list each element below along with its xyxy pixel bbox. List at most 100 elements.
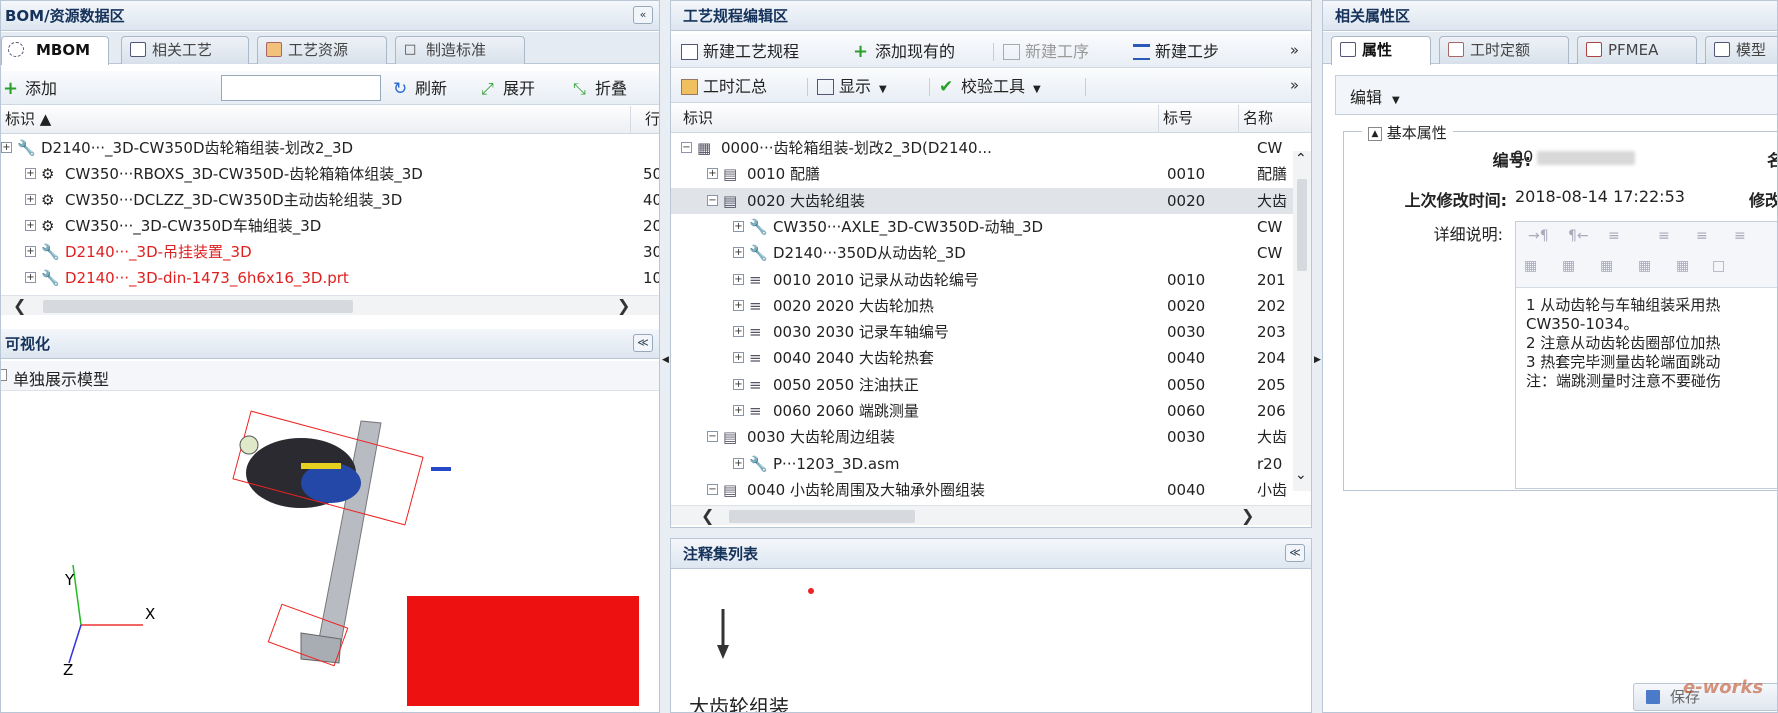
scroll-left-icon[interactable]: ❮ [701,506,714,526]
collapse-section-icon[interactable]: ▲ [1368,126,1382,141]
process-tree-row[interactable]: − ▤ 0030 大齿轮周边组装 0030 大齿 [671,424,1295,450]
expand-toggle-icon[interactable]: + [25,168,36,179]
tab-pfmea[interactable]: PFMEA [1577,36,1697,64]
refresh-button[interactable]: ↻ 刷新 [391,78,447,100]
time-summary-button[interactable]: 工时汇总 [679,76,767,98]
expand-toggle-icon[interactable]: + [733,378,744,390]
process-tree-row[interactable]: − ▤ 0040 小齿轮周围及大轴承外圈组装 0040 小齿 [671,477,1295,503]
expand-toggle-icon[interactable]: + [25,194,36,205]
more-icon[interactable]: » [1290,76,1299,94]
collapse-button[interactable]: ⤡ 折叠 [571,78,627,100]
table-split-icon[interactable]: ▦ [1676,258,1689,274]
expand-toggle-icon[interactable]: + [25,246,36,257]
tab-time-quota[interactable]: 工时定额 [1439,36,1569,64]
middle-hscroll[interactable]: ❮ ❯ [671,505,1311,526]
expand-toggle-icon[interactable]: + [733,352,744,364]
display-dropdown[interactable]: 显示 ▼ [815,76,887,98]
section-toggle[interactable]: ▲ 基本属性 [1362,122,1453,143]
expand-toggle-icon[interactable]: + [733,299,744,311]
process-tree-row[interactable]: + 🔧 P···1203_3D.asm r20 [671,451,1295,477]
scroll-right-icon[interactable]: ❯ [617,296,630,316]
scroll-up-icon[interactable]: ⌃ [1295,151,1307,167]
process-tree-row[interactable]: + ▤ 0010 配膳 0010 配膳 [671,161,1295,187]
process-tree-row[interactable]: − ▤ 0020 大齿轮组装 0020 大齿 [671,187,1295,214]
check-tool-dropdown[interactable]: ✔ 校验工具 ▼ [937,76,1041,98]
process-tree-row[interactable]: + 🔧 CW350···AXLE_3D-CW350D-动轴_3D CW [671,214,1295,240]
col-name[interactable]: 名称 [1239,105,1311,133]
rtl-icon[interactable]: ¶← [1568,228,1589,244]
tab-model[interactable]: 模型 [1705,36,1777,64]
add-existing-button[interactable]: + 添加现有的 [851,41,955,63]
expand-toggle-icon[interactable]: − [707,194,718,206]
process-tree-row[interactable]: + ≡ 0040 2040 大齿轮热套 0040 204 [671,345,1295,371]
expand-toggle-icon[interactable]: + [733,457,744,469]
table-insert-icon[interactable]: ▦ [1524,258,1537,274]
scroll-thumb[interactable] [1297,179,1307,271]
expand-toggle-icon[interactable]: + [1,142,12,153]
process-tree-row[interactable]: + ≡ 0030 2030 记录车轴编号 0030 203 [671,319,1295,345]
scroll-left-icon[interactable]: ❮ [13,296,26,316]
expand-toggle-icon[interactable]: − [707,431,718,443]
expand-toggle-icon[interactable]: + [25,220,36,231]
collapse-left-icon[interactable]: « [633,6,653,24]
collapse-viz-icon[interactable]: ≪ [633,334,653,352]
align-center-icon[interactable]: ≡ [1696,228,1708,244]
expand-button[interactable]: ⤢ 展开 [479,78,535,100]
rich-text-editor[interactable]: →¶ ¶← ≡ ≡ ≡ ≡ ▦ ▦ ▦ ▦ ▦ □ 1 从动齿轮与车轴组装采用热… [1515,221,1777,489]
tab-mfg-standard[interactable]: □ 制造标准 [395,36,525,64]
align-left-icon[interactable]: ≡ [1658,228,1670,244]
tab-process-resource[interactable]: 工艺资源 [257,36,387,64]
image-icon[interactable]: □ [1712,258,1725,274]
splitter-right[interactable]: ▶ [1312,0,1322,713]
tree-row[interactable]: + ⚙ CW350···DCLZZ_3D-CW350D主动齿轮组装_3D 40 [1,187,659,213]
tree-row[interactable]: + ⚙ CW350···RBOXS_3D-CW350D-齿轮箱箱体组装_3D 50 [1,161,659,187]
tree-row[interactable]: + 🔧 D2140···_3D-CW350D齿轮箱组装-划改2_3D [1,135,659,161]
more-icon[interactable]: » [1290,41,1299,59]
process-tree-row[interactable]: + ≡ 0060 2060 端跳测量 0060 206 [671,398,1295,424]
expand-toggle-icon[interactable]: + [733,247,744,259]
table-col-icon[interactable]: ▦ [1600,258,1613,274]
process-tree-row[interactable]: + ≡ 0050 2050 注油扶正 0050 205 [671,372,1295,398]
middle-vscroll[interactable]: ⌃ ⌄ [1293,151,1311,491]
splitter-arrow-icon[interactable]: ▶ [1314,355,1321,365]
col-number[interactable]: 标号 [1159,105,1239,133]
col-identifier[interactable]: 标识 ▲ [1,106,631,134]
process-tree-row[interactable]: + ≡ 0010 2010 记录从动齿轮编号 0010 201 [671,267,1295,293]
col-identifier[interactable]: 标识 [671,105,1159,133]
new-operation-button[interactable]: 新建工序 [1001,41,1089,63]
indent-icon[interactable]: ≡ [1608,228,1620,244]
tab-related-process[interactable]: 相关工艺 [121,36,249,64]
align-right-icon[interactable]: ≡ [1734,228,1746,244]
scroll-down-icon[interactable]: ⌄ [1295,467,1307,483]
new-process-plan-button[interactable]: 新建工艺规程 [679,41,799,63]
expand-toggle-icon[interactable]: + [707,168,718,180]
expand-toggle-icon[interactable]: + [733,273,744,285]
search-input[interactable] [221,75,381,101]
edit-button[interactable]: 编辑 ▼ [1350,84,1400,108]
splitter-left[interactable]: ◀ [660,0,670,713]
splitter-arrow-icon[interactable]: ◀ [662,355,669,365]
note-thumbnail[interactable] [683,579,843,679]
tree-row[interactable]: + 🔧 D2140···_3D-din-1473_6h6x16_3D.prt 10 [1,265,659,291]
left-hscroll[interactable]: ❮ ❯ [1,295,659,316]
tab-attributes[interactable]: 属性 [1331,36,1431,65]
tab-mbom[interactable]: MBOM [1,36,109,65]
add-button[interactable]: + 添加 [1,78,57,100]
col-row[interactable]: 行 [641,106,659,134]
expand-toggle-icon[interactable]: + [733,405,744,416]
scroll-thumb[interactable] [729,510,915,523]
expand-toggle-icon[interactable]: + [733,326,744,338]
tree-row[interactable]: + 🔧 D2140···_3D-吊挂装置_3D 30 [1,239,659,265]
process-tree-row[interactable]: + ≡ 0020 2020 大齿轮加热 0020 202 [671,293,1295,319]
table-row-icon[interactable]: ▦ [1562,258,1575,274]
expand-toggle-icon[interactable]: + [25,272,36,283]
ltr-icon[interactable]: →¶ [1528,228,1549,244]
tree-row[interactable]: + ⚙ CW350···_3D-CW350D车轴组装_3D 20 [1,213,659,239]
scroll-thumb[interactable] [43,300,353,313]
model-viewport[interactable]: Y X Z [1,393,660,713]
collapse-notes-icon[interactable]: ≪ [1285,544,1305,562]
standalone-model-checkbox[interactable] [1,369,7,381]
new-step-button[interactable]: 新建工步 [1131,41,1219,63]
expand-toggle-icon[interactable]: − [707,483,718,495]
expand-toggle-icon[interactable]: + [733,220,744,232]
